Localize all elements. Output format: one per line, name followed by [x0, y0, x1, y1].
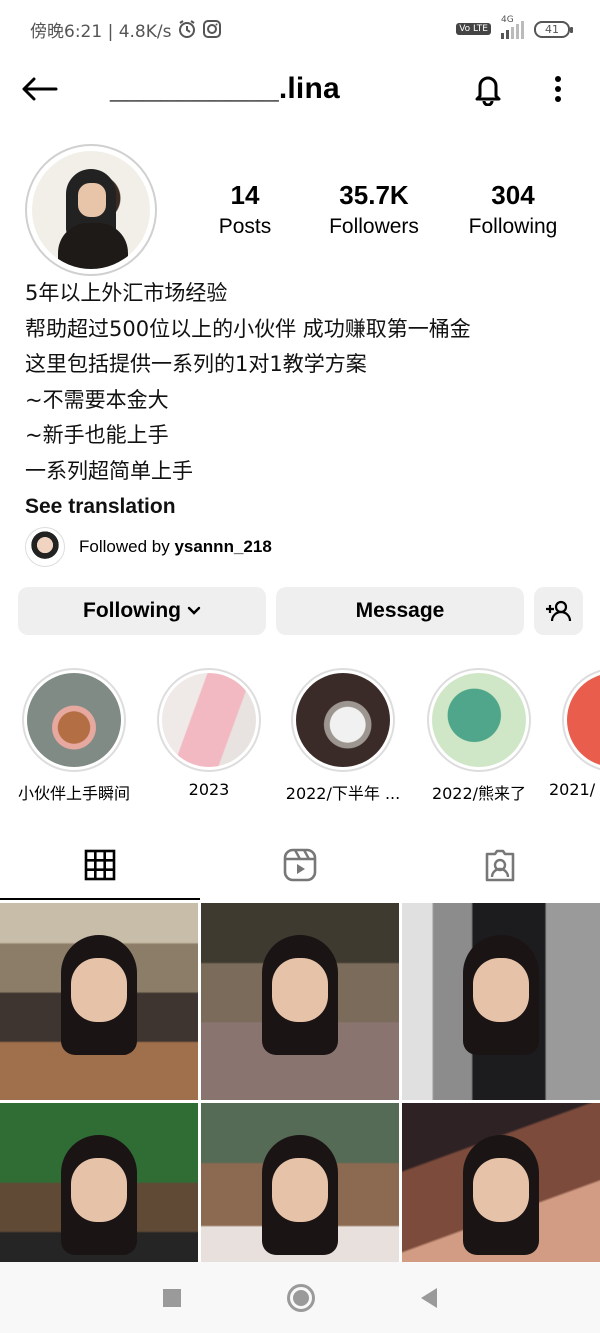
- highlight-item[interactable]: 2021/: [549, 668, 600, 799]
- highlight-cover: [296, 673, 390, 767]
- notifications-button[interactable]: [468, 69, 508, 109]
- status-right: Vo LTE 4G 41: [456, 15, 573, 39]
- highlight-caption: 2021/: [549, 780, 596, 799]
- following-stat[interactable]: 304 Following: [453, 178, 573, 242]
- followed-by[interactable]: Followed by ysannn_218: [25, 527, 272, 567]
- system-nav-bar: [0, 1262, 600, 1333]
- profile-actions: Following Message: [18, 587, 583, 635]
- bell-icon: [475, 76, 501, 106]
- highlight-ring: [157, 668, 261, 772]
- bio-line: 这里包括提供一系列的1对1教学方案: [25, 352, 367, 376]
- highlight-item[interactable]: 2023: [144, 668, 274, 799]
- bio-line: 5年以上外汇市场经验: [25, 281, 228, 305]
- system-back-button[interactable]: [421, 1287, 437, 1308]
- post-thumbnail[interactable]: [402, 903, 600, 1100]
- instagram-status-icon: [203, 20, 222, 38]
- posts-grid: [0, 903, 600, 1300]
- home-button[interactable]: [287, 1283, 315, 1312]
- highlight-ring: [22, 668, 126, 772]
- following-button[interactable]: Following: [18, 587, 266, 635]
- highlight-caption: 2023: [188, 780, 230, 799]
- follower-avatar: [25, 527, 65, 567]
- following-count: 304: [491, 180, 535, 210]
- more-options-button[interactable]: [538, 69, 578, 109]
- highlight-item[interactable]: 2022/下半年 ...: [278, 668, 408, 804]
- tagged-icon: [485, 849, 515, 882]
- suggested-users-button[interactable]: [534, 587, 583, 635]
- bio-line: ~不需要本金大: [25, 387, 169, 412]
- profile-tabs: [0, 830, 600, 900]
- profile-avatar-image: [32, 151, 150, 269]
- highlight-item[interactable]: 小伙伴上手瞬间: [9, 668, 139, 804]
- posts-label: Posts: [218, 215, 272, 238]
- avatar-sign-decoration: [36, 161, 56, 241]
- highlight-cover: [567, 673, 600, 767]
- following-label: Following: [468, 215, 558, 238]
- highlight-ring: [291, 668, 395, 772]
- message-button-label: Message: [355, 599, 445, 622]
- highlight-ring: [427, 668, 531, 772]
- status-left: 傍晚6:21 | 4.8K/s: [30, 17, 222, 42]
- profile-stats: 14 Posts 35.7K Followers 304 Following: [195, 178, 585, 242]
- back-button[interactable]: [22, 69, 62, 109]
- battery-level: 41: [545, 22, 559, 36]
- highlight-caption: 2022/熊来了: [431, 784, 527, 803]
- followed-by-prefix: Followed by: [79, 537, 175, 556]
- posts-stat[interactable]: 14 Posts: [195, 178, 295, 242]
- status-time-speed: 傍晚6:21 | 4.8K/s: [30, 21, 172, 42]
- battery-icon: 41: [534, 20, 573, 38]
- see-translation-link[interactable]: See translation: [25, 489, 585, 525]
- reels-icon: [283, 848, 317, 882]
- bio-line: 帮助超过500位以上的小伙伴 成功赚取第一桶金: [25, 316, 471, 341]
- highlight-item[interactable]: 2022/熊来了: [414, 668, 544, 804]
- alarm-icon: [179, 20, 196, 38]
- followed-by-text: Followed by ysannn_218: [79, 537, 272, 557]
- highlight-ring: [562, 668, 600, 772]
- highlight-cover: [162, 673, 256, 767]
- network-label: 4G: [501, 15, 514, 25]
- profile-username: __________.lina: [110, 72, 340, 105]
- tab-tagged[interactable]: [400, 830, 600, 900]
- message-button[interactable]: Message: [276, 587, 524, 635]
- tab-reels[interactable]: [200, 830, 400, 900]
- following-button-label: Following: [83, 599, 181, 622]
- highlight-caption: 小伙伴上手瞬间: [17, 784, 130, 803]
- profile-bio: 5年以上外汇市场经验 帮助超过500位以上的小伙伴 成功赚取第一桶金 这里包括提…: [25, 276, 585, 525]
- profile-avatar[interactable]: [25, 144, 157, 276]
- bio-line: 一系列超简单上手: [25, 458, 193, 483]
- recents-button[interactable]: [163, 1288, 181, 1307]
- posts-count: 14: [230, 180, 260, 210]
- followers-label: Followers: [329, 215, 419, 238]
- chevron-down-icon: [187, 606, 201, 615]
- followers-stat[interactable]: 35.7K Followers: [309, 178, 439, 242]
- followed-by-user: ysannn_218: [174, 537, 272, 556]
- bio-line: ~新手也能上手: [25, 423, 169, 447]
- add-user-icon: [545, 600, 571, 622]
- more-vertical-icon: [555, 76, 561, 102]
- profile-header: __________.lina: [0, 58, 600, 120]
- arrow-left-icon: [22, 77, 58, 101]
- volte-badge: Vo LTE: [456, 23, 491, 35]
- highlight-caption: 2022/下半年 ...: [285, 784, 401, 803]
- post-thumbnail[interactable]: [0, 903, 198, 1100]
- status-bar: 傍晚6:21 | 4.8K/s Vo LTE 4G 41: [0, 0, 600, 58]
- post-thumbnail[interactable]: [201, 903, 399, 1100]
- signal-icon: 4G: [501, 15, 524, 39]
- grid-icon: [84, 849, 116, 881]
- highlight-cover: [432, 673, 526, 767]
- highlight-cover: [27, 673, 121, 767]
- tab-posts-grid[interactable]: [0, 830, 200, 900]
- story-highlights: 小伙伴上手瞬间 2023 2022/下半年 ... 2022/熊来了 2021/: [0, 668, 600, 808]
- followers-count: 35.7K: [339, 180, 409, 210]
